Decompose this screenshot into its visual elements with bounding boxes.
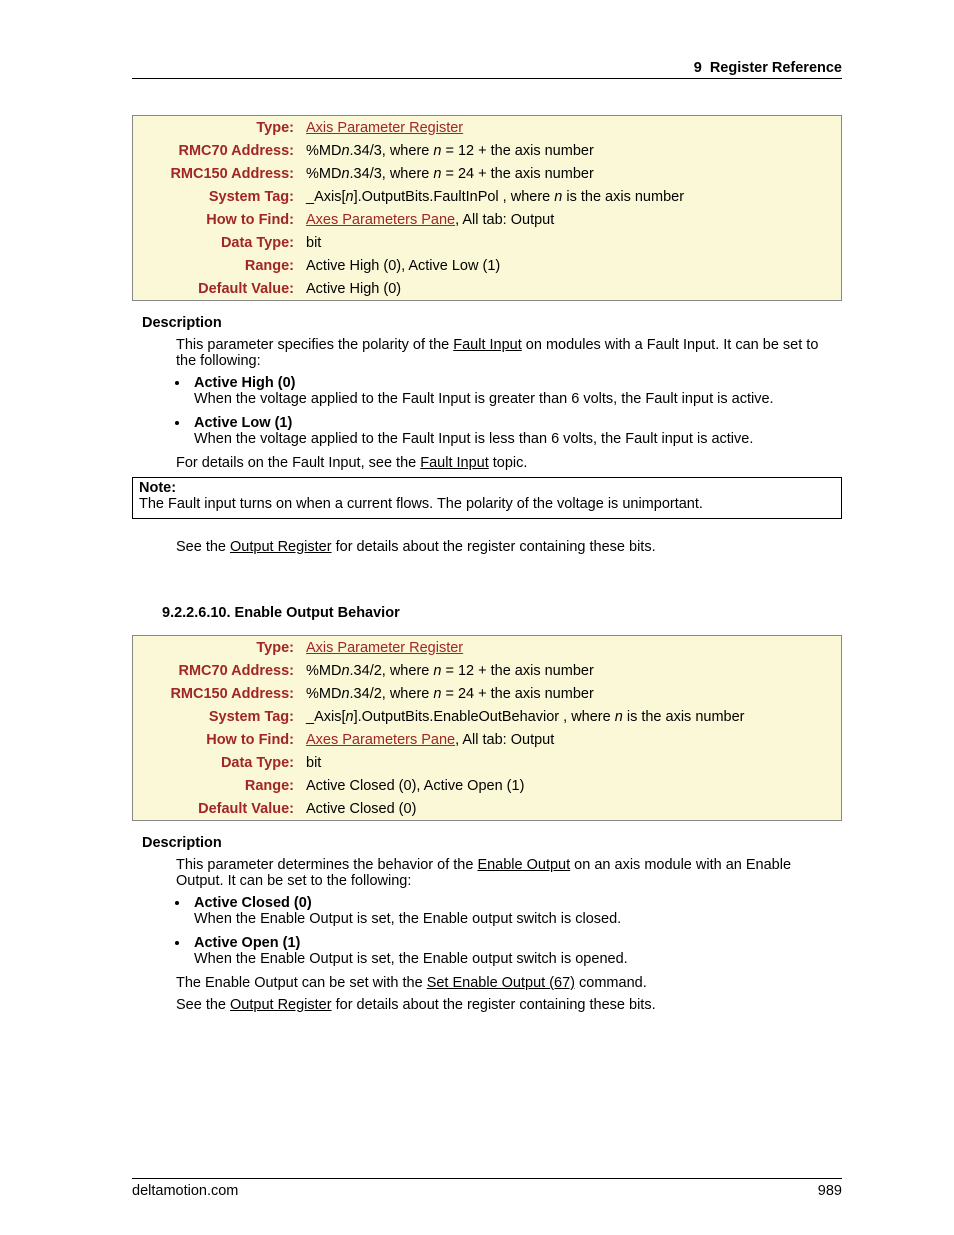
row-val: Active Closed (0), Active Open (1) (300, 774, 842, 797)
fault-input-link[interactable]: Fault Input (453, 337, 522, 353)
row-key: RMC150 Address: (133, 682, 301, 705)
page-footer: deltamotion.com 989 (132, 1178, 842, 1199)
set-enable-output-link[interactable]: Set Enable Output (67) (427, 975, 575, 991)
list-item: Active High (0) When the voltage applied… (190, 375, 842, 407)
page-header: 9 Register Reference (132, 60, 842, 79)
fault-input-topic-link[interactable]: Fault Input (420, 455, 489, 471)
row-val: bit (300, 751, 842, 774)
row-key: RMC70 Address: (133, 139, 301, 162)
description-list: Active High (0) When the voltage applied… (190, 375, 842, 447)
row-key: RMC150 Address: (133, 162, 301, 185)
list-item-body: When the voltage applied to the Fault In… (194, 391, 842, 407)
row-key: Data Type: (133, 751, 301, 774)
list-item: Active Closed (0) When the Enable Output… (190, 895, 842, 927)
row-val: Active High (0), Active Low (1) (300, 254, 842, 277)
page: 9 Register Reference Type: Axis Paramete… (0, 0, 954, 1235)
description-intro: This parameter determines the behavior o… (176, 857, 842, 889)
description-tail: For details on the Fault Input, see the … (176, 455, 842, 471)
list-item-head: Active Low (1) (194, 415, 292, 431)
chapter-title: Register Reference (710, 60, 842, 76)
row-key: Default Value: (133, 277, 301, 301)
output-register-link[interactable]: Output Register (230, 997, 332, 1013)
list-item-head: Active Open (1) (194, 935, 300, 951)
row-val: Axis Parameter Register (300, 636, 842, 660)
row-key: System Tag: (133, 185, 301, 208)
see-also: See the Output Register for details abou… (176, 539, 842, 555)
axis-param-register-link[interactable]: Axis Parameter Register (306, 640, 463, 656)
param-table-fault-input-polarity: Type: Axis Parameter Register RMC70 Addr… (132, 115, 842, 301)
row-val: Axes Parameters Pane, All tab: Output (300, 728, 842, 751)
description-heading: Description (142, 835, 842, 851)
axes-parameters-pane-link[interactable]: Axes Parameters Pane (306, 212, 455, 228)
row-val: %MDn.34/3, where n = 24 + the axis numbe… (300, 162, 842, 185)
description-intro: This parameter specifies the polarity of… (176, 337, 842, 369)
enable-output-command-line: The Enable Output can be set with the Se… (176, 975, 842, 991)
row-key: Data Type: (133, 231, 301, 254)
output-register-link[interactable]: Output Register (230, 539, 332, 555)
note-box: Note: The Fault input turns on when a cu… (132, 477, 842, 519)
description-list: Active Closed (0) When the Enable Output… (190, 895, 842, 967)
row-val: _Axis[n].OutputBits.FaultInPol , where n… (300, 185, 842, 208)
row-key: Range: (133, 774, 301, 797)
row-val: %MDn.34/2, where n = 24 + the axis numbe… (300, 682, 842, 705)
axis-param-register-link[interactable]: Axis Parameter Register (306, 120, 463, 136)
enable-output-link[interactable]: Enable Output (477, 857, 570, 873)
note-body: The Fault input turns on when a current … (139, 496, 835, 512)
row-key: Type: (133, 116, 301, 140)
row-val: Axis Parameter Register (300, 116, 842, 140)
row-val: Active Closed (0) (300, 797, 842, 821)
chapter-num: 9 (694, 60, 702, 76)
note-head: Note: (139, 480, 835, 496)
row-key: Range: (133, 254, 301, 277)
description-heading: Description (142, 315, 842, 331)
row-key: RMC70 Address: (133, 659, 301, 682)
row-key: Default Value: (133, 797, 301, 821)
row-val: %MDn.34/3, where n = 12 + the axis numbe… (300, 139, 842, 162)
row-key: How to Find: (133, 728, 301, 751)
row-val: Axes Parameters Pane, All tab: Output (300, 208, 842, 231)
list-item-head: Active Closed (0) (194, 895, 312, 911)
list-item: Active Open (1) When the Enable Output i… (190, 935, 842, 967)
list-item-body: When the voltage applied to the Fault In… (194, 431, 842, 447)
list-item-head: Active High (0) (194, 375, 296, 391)
footer-site: deltamotion.com (132, 1183, 238, 1199)
row-val: _Axis[n].OutputBits.EnableOutBehavior , … (300, 705, 842, 728)
list-item: Active Low (1) When the voltage applied … (190, 415, 842, 447)
row-key: How to Find: (133, 208, 301, 231)
row-key: Type: (133, 636, 301, 660)
row-key: System Tag: (133, 705, 301, 728)
row-val: Active High (0) (300, 277, 842, 301)
list-item-body: When the Enable Output is set, the Enabl… (194, 951, 842, 967)
footer-page-number: 989 (818, 1183, 842, 1199)
row-val: bit (300, 231, 842, 254)
row-val: %MDn.34/2, where n = 12 + the axis numbe… (300, 659, 842, 682)
list-item-body: When the Enable Output is set, the Enabl… (194, 911, 842, 927)
axes-parameters-pane-link[interactable]: Axes Parameters Pane (306, 732, 455, 748)
see-also: See the Output Register for details abou… (176, 997, 842, 1013)
subsection-heading: 9.2.2.6.10. Enable Output Behavior (162, 605, 842, 621)
param-table-enable-output-behavior: Type: Axis Parameter Register RMC70 Addr… (132, 635, 842, 821)
